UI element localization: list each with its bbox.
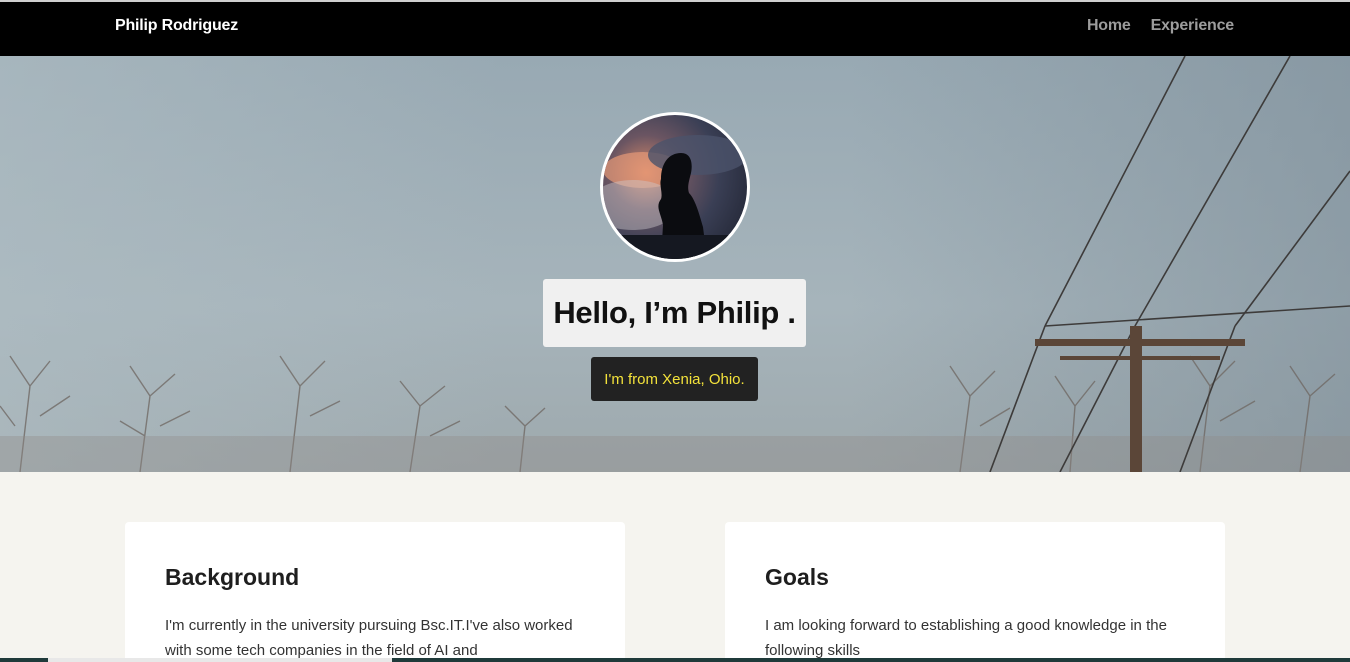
background-card-text: I'm currently in the university pursuing… [165, 617, 573, 659]
hero-section: Hello, I’m Philip . I'm from Xenia, Ohio… [0, 56, 1350, 472]
bottom-strip [0, 658, 1350, 662]
goals-card-title: Goals [765, 564, 829, 590]
profile-avatar [600, 112, 750, 262]
goals-card-text: I am looking forward to establishing a g… [765, 617, 1167, 659]
background-card: Background I'm currently in the universi… [125, 522, 625, 662]
bottom-strip-segment [48, 658, 392, 662]
hero-title: Hello, I’m Philip . [553, 295, 796, 330]
background-card-title: Background [165, 564, 300, 590]
hero-subtitle: I'm from Xenia, Ohio. [604, 370, 745, 388]
nav-links: Home Experience [1087, 17, 1234, 35]
nav-home-link[interactable]: Home [1087, 17, 1131, 35]
navbar: Philip Rodriguez Home Experience [0, 2, 1350, 56]
hero-title-box: Hello, I’m Philip . [543, 279, 806, 347]
goals-card: Goals I am looking forward to establishi… [725, 522, 1225, 662]
hero-subtitle-box: I'm from Xenia, Ohio. [591, 357, 758, 401]
nav-experience-link[interactable]: Experience [1151, 17, 1235, 35]
brand-link[interactable]: Philip Rodriguez [115, 17, 238, 35]
